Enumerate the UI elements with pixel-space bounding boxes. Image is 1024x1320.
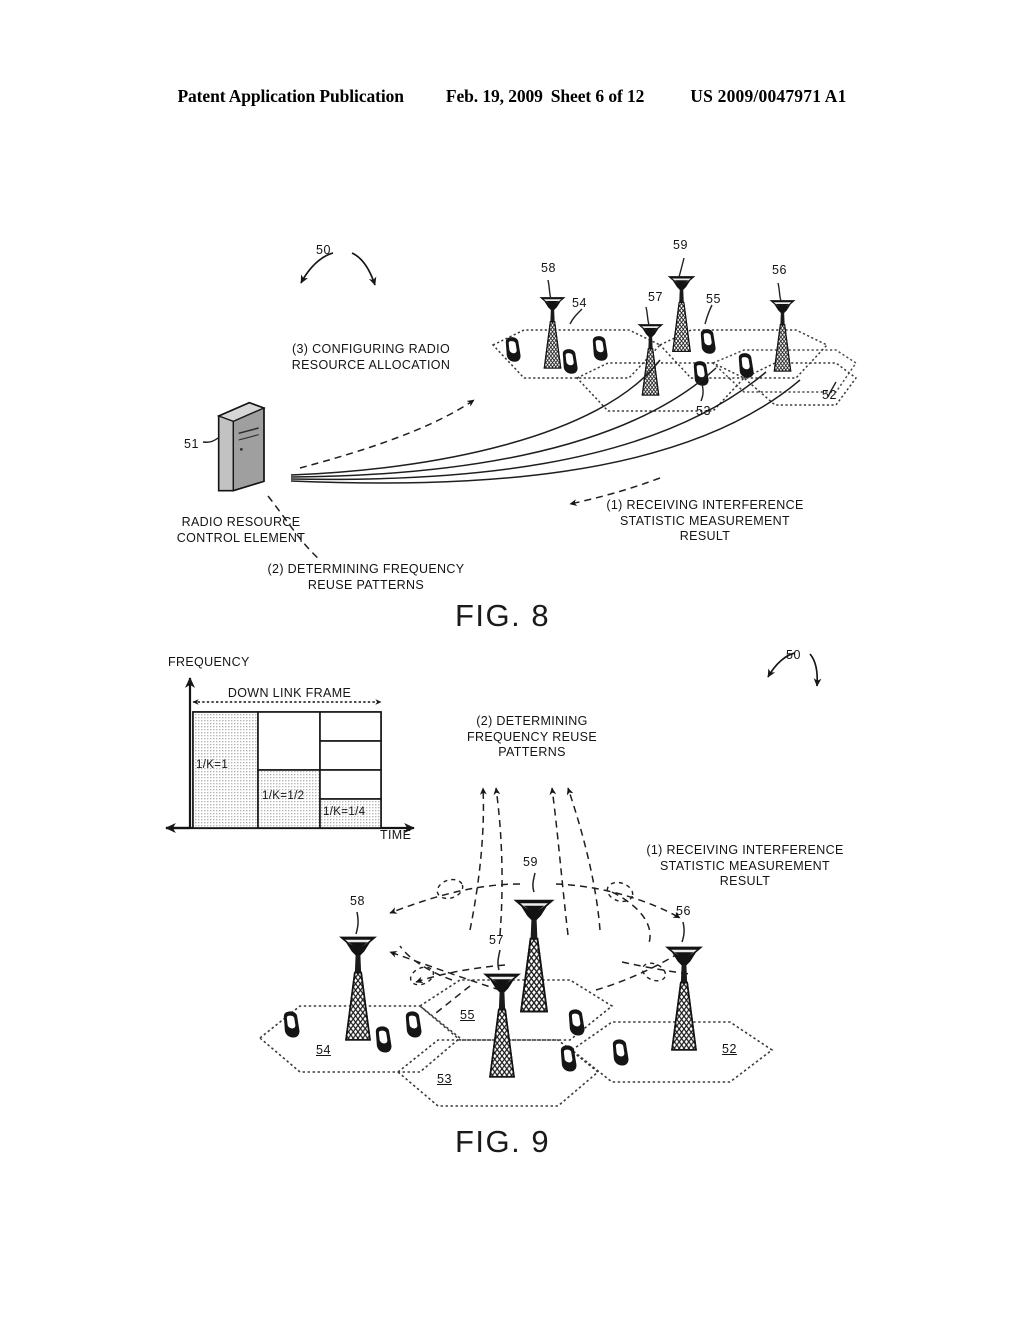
- header-patent-number: US 2009/0047971 A1: [690, 86, 847, 106]
- header-date: Feb. 19, 2009: [445, 86, 543, 106]
- fig8-step-2-label: (2) DETERMINING FREQUENCY REUSE PATTERNS: [267, 562, 465, 592]
- fig8-ref-cell-52: 52: [822, 388, 837, 402]
- fig9-ref-tower-59: 59: [523, 855, 538, 869]
- page-header: Patent Application Publication Feb. 19, …: [0, 86, 1024, 112]
- fig9-ref-cell-52: 52: [722, 1042, 737, 1056]
- fig8-leaders: [547, 257, 837, 402]
- figure-linework: [165, 252, 858, 1107]
- chart-xlabel: TIME: [380, 828, 412, 842]
- fig9-ref-cell-55: 55: [460, 1008, 475, 1022]
- fig8-ref-tower-58: 58: [541, 261, 556, 275]
- fig9-step1-arrows: [389, 883, 691, 1017]
- fig9-step-2-label: (2) DETERMINING FREQUENCY REUSE PATTERNS: [466, 714, 598, 759]
- fig8-ref-cell-53: 53: [696, 404, 711, 418]
- tower-56: [666, 946, 702, 1051]
- fig9-handsets: [283, 1009, 629, 1072]
- fig8-handsets: [505, 329, 754, 386]
- chart-block-label-0: 1/K=1: [196, 759, 229, 771]
- tower-57: [638, 324, 663, 396]
- fig8-ref-tower-56: 56: [772, 263, 787, 277]
- tower-57: [484, 973, 520, 1078]
- patent-drawing-sheet: Patent Application Publication Feb. 19, …: [0, 0, 1024, 1320]
- fig8-system-ref: 50: [316, 243, 331, 257]
- fig8-towers: [540, 276, 795, 396]
- tower-59: [514, 899, 554, 1013]
- fig9-towers: [340, 899, 702, 1078]
- header-sheet: Sheet 6 of 12: [550, 86, 645, 106]
- fig8-ref-cell-55: 55: [706, 292, 721, 306]
- chart-title: DOWN LINK FRAME: [227, 686, 352, 700]
- fig9-cell-grid: [258, 979, 774, 1107]
- fig8-control-element-label: RADIO RESOURCE CONTROL ELEMENT: [176, 515, 306, 545]
- fig9-ref-tower-58: 58: [350, 894, 365, 908]
- fig9-ref-tower-57: 57: [489, 933, 504, 947]
- fig8-step-3-label: (3) CONFIGURING RADIO RESOURCE ALLOCATIO…: [291, 342, 451, 372]
- fig8-ref-control-element: 51: [184, 437, 199, 451]
- tower-58: [340, 936, 376, 1041]
- fig9-step-1-label: (1) RECEIVING INTERFERENCE STATISTIC MEA…: [646, 843, 844, 888]
- fig9-ref-cell-53: 53: [437, 1072, 452, 1086]
- fig8-flow-lines: [290, 359, 801, 484]
- radio-resource-control-element-icon: [217, 401, 265, 492]
- fig9-ref-tower-56: 56: [676, 904, 691, 918]
- figure-8-caption: FIG. 8: [455, 598, 551, 633]
- tower-59: [668, 276, 695, 353]
- fig8-ref-tower-57: 57: [648, 290, 663, 304]
- tower-58: [540, 297, 565, 369]
- tower-56: [770, 300, 795, 372]
- fig9-system-ref: 50: [786, 648, 801, 662]
- fig8-ref-cell-54: 54: [572, 296, 587, 310]
- fig8-system-pointer: [300, 252, 377, 286]
- chart-block-label-2: 1/K=1/4: [323, 806, 366, 818]
- figure-9-caption: FIG. 9: [455, 1124, 551, 1159]
- fig8-ref-tower-59: 59: [673, 238, 688, 252]
- fig9-ref-cell-54: 54: [316, 1043, 331, 1057]
- chart-ylabel: FREQUENCY: [168, 655, 250, 669]
- chart-block-label-1: 1/K=1/2: [262, 790, 305, 802]
- header-publication: Patent Application Publication: [177, 86, 404, 106]
- fig8-cell-grid: [491, 329, 858, 412]
- fig8-step-1-label: (1) RECEIVING INTERFERENCE STATISTIC MEA…: [606, 498, 804, 543]
